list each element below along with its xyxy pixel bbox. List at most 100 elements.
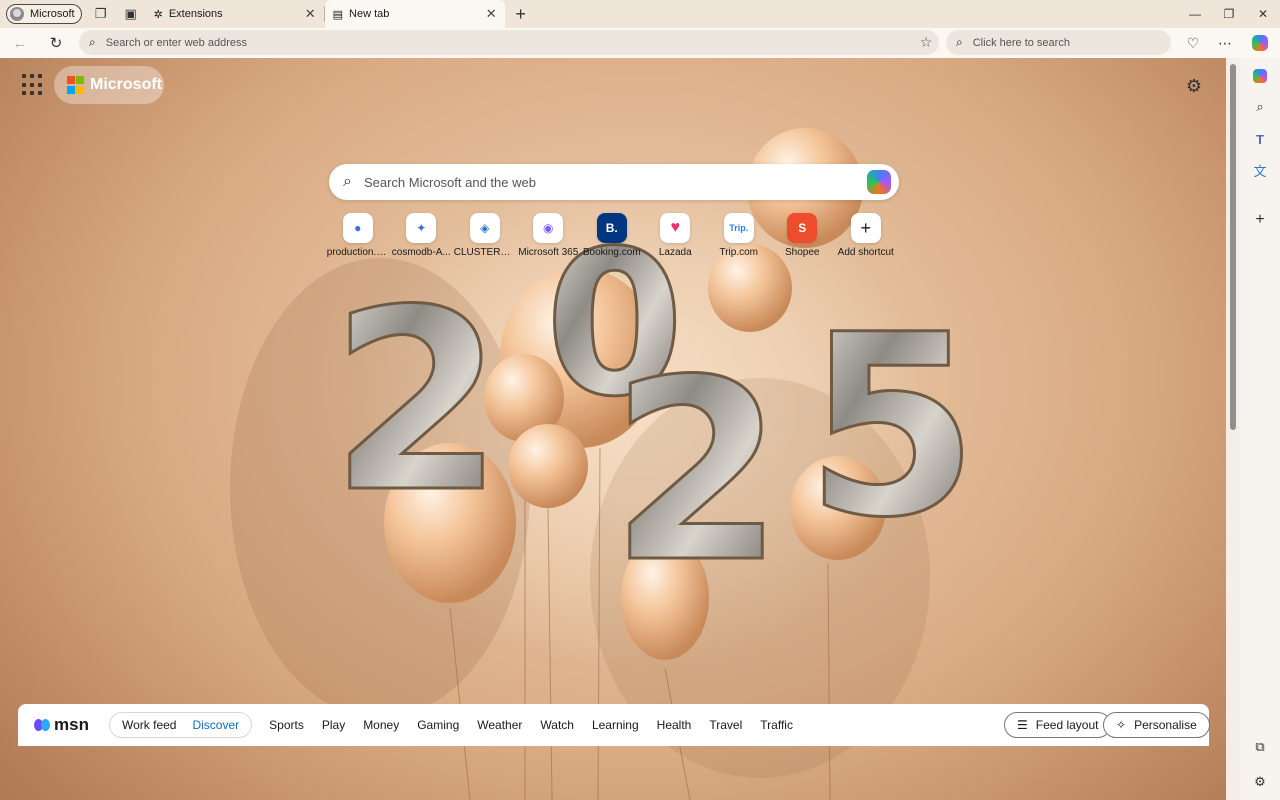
scrollbar-thumb[interactable] [1230, 64, 1236, 430]
favorite-star-icon[interactable]: ☆ [913, 34, 939, 51]
msn-feed-bar: msn Work feed Discover Sports Play Money… [18, 704, 1210, 746]
shortcut-label: production.pl... [326, 247, 389, 258]
minimize-icon[interactable]: — [1178, 0, 1212, 28]
personalise-label: Personalise [1134, 718, 1197, 732]
category-play[interactable]: Play [313, 718, 354, 732]
msn-logo[interactable]: msn [34, 715, 94, 735]
copilot-icon[interactable] [1246, 29, 1274, 57]
search-icon: ⌕ [956, 35, 963, 49]
toolbar-search-box[interactable]: ⌕ Click here to search [946, 30, 1171, 55]
more-menu-icon[interactable]: ⋯ [1211, 29, 1239, 57]
shortcut[interactable]: S Shopee [771, 213, 835, 258]
new-tab-button[interactable]: + [509, 2, 533, 26]
close-tab-icon[interactable]: ✕ [486, 6, 497, 22]
shortcut-label: Shopee [785, 247, 820, 258]
sparkle-icon: ✧ [1116, 718, 1127, 732]
svg-text:5: 5 [805, 281, 979, 572]
shortcut-label: cosmodb-A... [391, 247, 451, 258]
feed-categories: Sports Play Money Gaming Weather Watch L… [260, 718, 802, 732]
profile-button[interactable]: Microsoft [6, 4, 82, 24]
search-icon: ⌕ [343, 173, 352, 190]
category-weather[interactable]: Weather [468, 718, 531, 732]
tab-extensions[interactable]: ✲ Extensions ✕ [146, 0, 324, 28]
copilot-icon[interactable] [1248, 64, 1272, 88]
search-icon[interactable]: ⌕ [1248, 95, 1272, 119]
new-tab-page: 2 0 2 5 Microsoft ⚙ ⌕ Search Microsoft a… [0, 58, 1226, 800]
sliders-icon: ☰ [1017, 718, 1028, 732]
shortcuts-row: ● production.pl... ✦ cosmodb-A... ◈ CLUS… [326, 213, 898, 258]
window-controls: — ❐ ✕ [1178, 0, 1280, 28]
shortcut[interactable]: B. Booking.com [580, 213, 644, 258]
tab-title: New tab [349, 8, 390, 20]
avatar [10, 7, 24, 21]
add-shortcut[interactable]: + Add shortcut [834, 213, 898, 258]
tab-new-tab[interactable]: ▤ New tab ✕ [324, 0, 505, 28]
shortcut[interactable]: ◈ CLUSTERED ... [453, 213, 517, 258]
shortcut[interactable]: ◉ Microsoft 365 [517, 213, 581, 258]
personalise-button[interactable]: ✧ Personalise [1103, 712, 1210, 738]
shortcut[interactable]: Trip. Trip.com [707, 213, 771, 258]
segment-work-feed[interactable]: Work feed [114, 718, 184, 732]
close-window-icon[interactable]: ✕ [1246, 0, 1280, 28]
profile-label: Microsoft [30, 8, 75, 20]
page-settings-icon[interactable]: ⚙ [1182, 74, 1206, 98]
svg-text:2: 2 [330, 256, 504, 547]
back-button[interactable]: ← [4, 29, 36, 57]
category-watch[interactable]: Watch [531, 718, 583, 732]
feed-segment-control: Work feed Discover [109, 712, 253, 738]
shortcut-label: Add shortcut [837, 247, 894, 258]
edge-sidebar: ⌕ T 文 + ⧉ ⚙ [1240, 58, 1280, 800]
shortcut-icon: S [787, 213, 818, 243]
shortcut-icon: ● [342, 213, 373, 243]
page-search-placeholder: Search Microsoft and the web [363, 174, 536, 190]
restore-icon[interactable]: ❐ [1212, 0, 1246, 28]
shortcut[interactable]: ✦ cosmodb-A... [390, 213, 454, 258]
tab-title: Extensions [168, 8, 223, 20]
newtab-icon: ▤ [332, 8, 344, 21]
title-bar: Microsoft ❐ ▣ ✲ Extensions ✕ ▤ New tab ✕… [0, 0, 1280, 28]
category-travel[interactable]: Travel [700, 718, 751, 732]
category-gaming[interactable]: Gaming [408, 718, 468, 732]
shortcut-icon: B. [596, 213, 627, 243]
shortcut[interactable]: ● production.pl... [326, 213, 390, 258]
shortcut-label: CLUSTERED ... [453, 247, 516, 258]
feed-layout-button[interactable]: ☰ Feed layout [1004, 712, 1112, 738]
category-sports[interactable]: Sports [260, 718, 313, 732]
svg-text:2: 2 [610, 326, 784, 617]
teams-icon[interactable]: T [1248, 127, 1272, 151]
copilot-icon[interactable] [867, 170, 891, 194]
shortcut-icon: ◈ [469, 213, 500, 243]
toolbar-search-placeholder: Click here to search [972, 36, 1070, 49]
add-icon[interactable]: + [1248, 208, 1272, 232]
shortcut-icon: ✦ [406, 213, 437, 243]
shortcut[interactable]: ♥ Lazada [644, 213, 708, 258]
screenshot-icon[interactable]: ⧉ [1248, 735, 1272, 759]
settings-icon[interactable]: ⚙ [1248, 770, 1272, 794]
page-search-box[interactable]: ⌕ Search Microsoft and the web [329, 164, 899, 200]
microsoft-grid-icon [67, 76, 85, 94]
shortcut-icon: ♥ [660, 213, 691, 243]
msn-logo-text: msn [54, 715, 89, 734]
app-launcher-icon[interactable] [22, 74, 44, 96]
shortcut-label: Microsoft 365 [518, 247, 579, 258]
category-money[interactable]: Money [354, 718, 408, 732]
shortcut-label: Lazada [658, 247, 692, 258]
feed-layout-label: Feed layout [1035, 718, 1099, 732]
toolbar: ← ↻ ⌕ Search or enter web address ☆ ⌕ Cl… [0, 28, 1280, 58]
browser-essentials-icon[interactable]: ♡ [1179, 29, 1207, 57]
shortcut-label: Booking.com [582, 247, 641, 258]
tab-actions-icon[interactable]: ▣ [116, 0, 146, 28]
translate-icon[interactable]: 文 [1248, 158, 1272, 182]
category-learning[interactable]: Learning [583, 718, 648, 732]
address-placeholder: Search or enter web address [105, 36, 247, 49]
refresh-button[interactable]: ↻ [40, 29, 72, 57]
category-health[interactable]: Health [648, 718, 701, 732]
category-traffic[interactable]: Traffic [751, 718, 802, 732]
workspaces-icon[interactable]: ❐ [86, 0, 116, 28]
page-scrollbar[interactable] [1226, 58, 1240, 800]
puzzle-icon: ✲ [153, 8, 163, 21]
close-tab-icon[interactable]: ✕ [305, 6, 316, 22]
microsoft-logo[interactable]: Microsoft [54, 66, 164, 104]
address-bar[interactable]: ⌕ Search or enter web address ☆ [79, 30, 939, 55]
segment-discover[interactable]: Discover [184, 718, 247, 732]
